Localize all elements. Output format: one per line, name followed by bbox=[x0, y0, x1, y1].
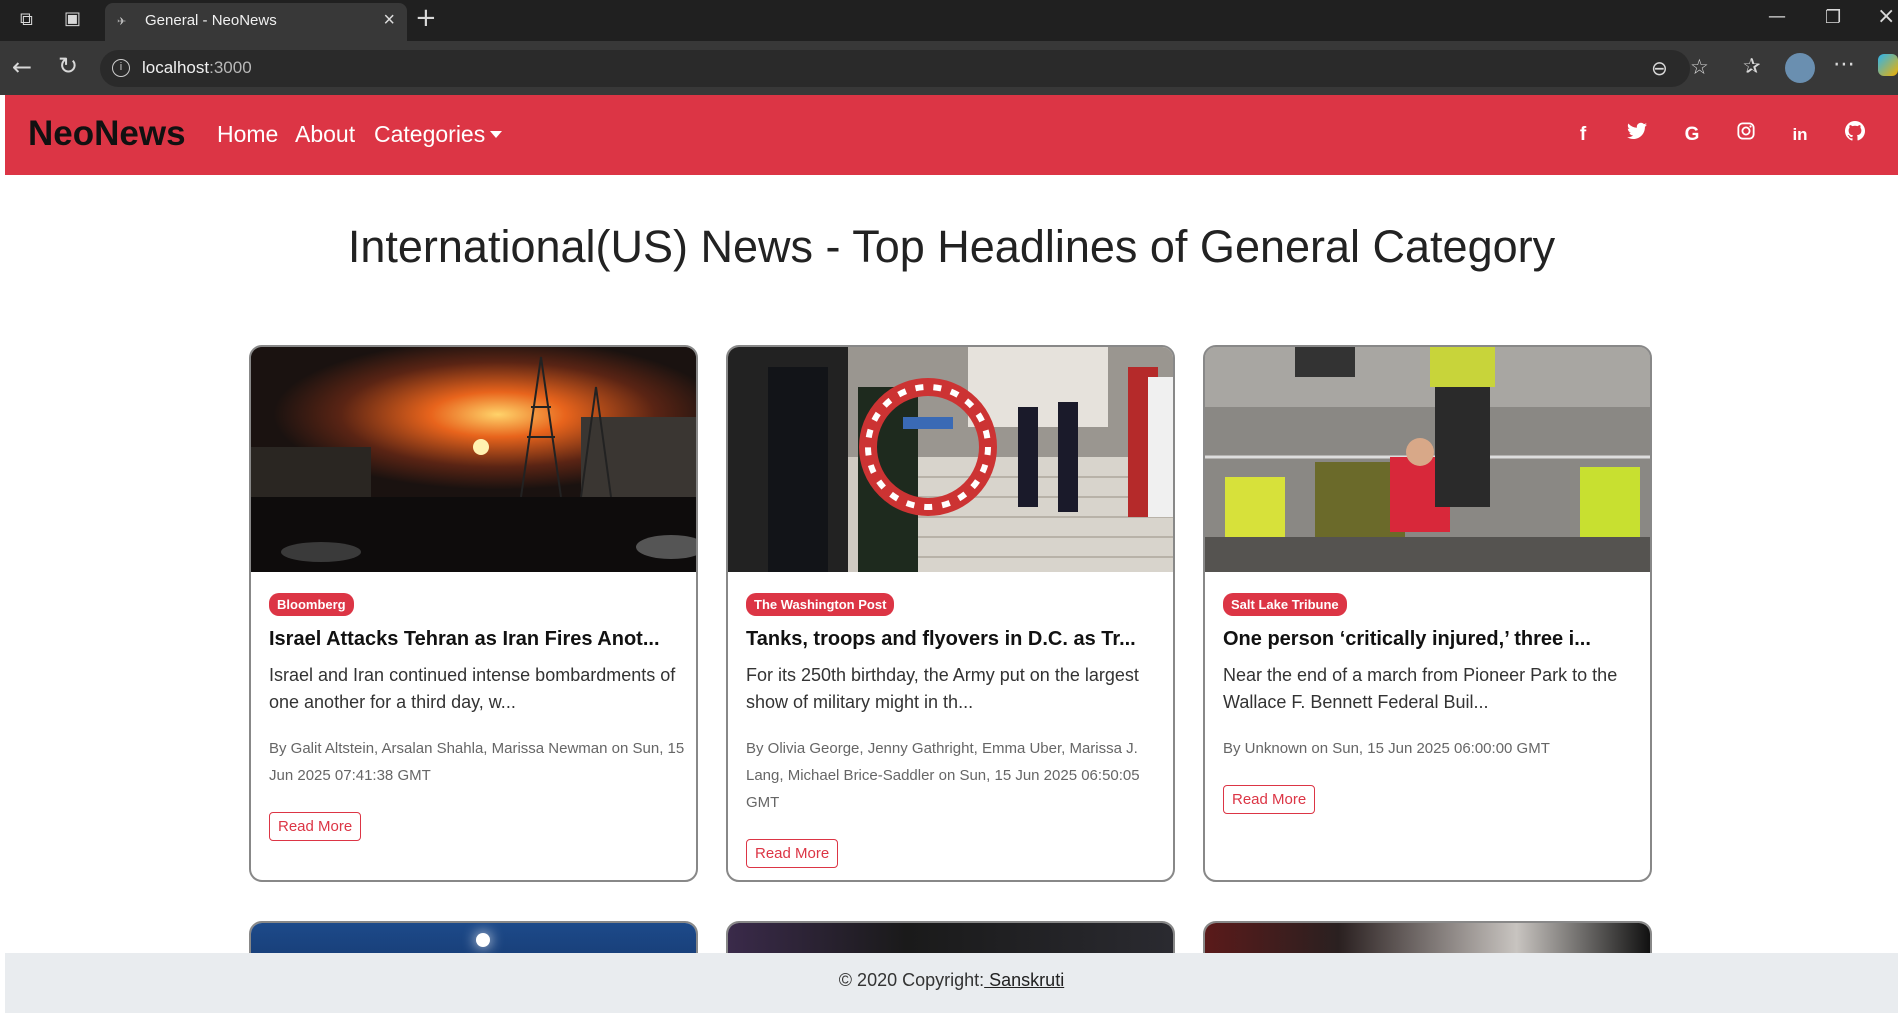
nav-home[interactable]: Home bbox=[217, 121, 278, 148]
close-tab-icon[interactable]: × bbox=[383, 9, 395, 32]
news-card: Bloomberg Israel Attacks Tehran as Iran … bbox=[249, 345, 698, 882]
browser-tab[interactable]: ✈ General - NeoNews × bbox=[105, 3, 407, 41]
source-badge: The Washington Post bbox=[746, 593, 895, 616]
news-card: Salt Lake Tribune One person ‘critically… bbox=[1203, 345, 1652, 882]
article-description: For its 250th birthday, the Army put on … bbox=[746, 665, 1139, 712]
profile-avatar[interactable] bbox=[1785, 53, 1815, 83]
news-image bbox=[728, 347, 1173, 572]
vertical-tabs-icon[interactable]: ▣ bbox=[64, 8, 81, 29]
navbar: NeoNews Home About Categories f G in bbox=[5, 95, 1898, 175]
github-icon[interactable] bbox=[1841, 121, 1869, 149]
article-meta: By Olivia George, Jenny Gathright, Emma … bbox=[746, 740, 1140, 811]
url-field[interactable]: i localhost:3000 ⊖ ☆ bbox=[100, 50, 1709, 87]
source-badge: Salt Lake Tribune bbox=[1223, 593, 1347, 616]
news-image bbox=[1205, 347, 1650, 572]
app-viewport: NeoNews Home About Categories f G in Int… bbox=[5, 95, 1898, 1013]
google-icon[interactable]: G bbox=[1678, 121, 1706, 149]
favorites-icon[interactable]: ✰ bbox=[1743, 54, 1761, 78]
article-title: Tanks, troops and flyovers in D.C. as Tr… bbox=[746, 628, 1136, 650]
news-card: The Washington Post Tanks, troops and fl… bbox=[726, 345, 1175, 882]
instagram-icon[interactable] bbox=[1732, 121, 1760, 149]
facebook-icon[interactable]: f bbox=[1569, 121, 1597, 149]
workspaces-icon[interactable]: ⧉ bbox=[20, 9, 33, 30]
more-menu-icon[interactable]: ⋯ bbox=[1833, 52, 1855, 77]
browser-tab-bar: ⧉ ▣ ✈ General - NeoNews × + — ❐ × bbox=[0, 0, 1898, 41]
nav-about[interactable]: About bbox=[295, 121, 355, 148]
article-description: Near the end of a march from Pioneer Par… bbox=[1223, 665, 1618, 712]
read-more-button[interactable]: Read More bbox=[746, 839, 839, 868]
news-image bbox=[251, 347, 696, 572]
new-tab-icon[interactable]: + bbox=[415, 3, 437, 33]
read-more-button[interactable]: Read More bbox=[1223, 785, 1316, 814]
article-title: Israel Attacks Tehran as Iran Fires Anot… bbox=[269, 628, 660, 650]
moon-shape bbox=[476, 933, 490, 947]
refresh-icon[interactable]: ↻ bbox=[58, 52, 78, 80]
restore-icon[interactable]: ❐ bbox=[1825, 7, 1841, 28]
copilot-icon[interactable] bbox=[1878, 54, 1898, 76]
page-heading: International(US) News - Top Headlines o… bbox=[347, 221, 1556, 272]
close-window-icon[interactable]: × bbox=[1877, 4, 1895, 29]
nav-categories[interactable]: Categories bbox=[374, 121, 503, 148]
minimize-icon[interactable]: — bbox=[1768, 6, 1786, 27]
article-title: One person ‘critically injured,’ three i… bbox=[1223, 628, 1591, 650]
tab-favicon-icon: ✈ bbox=[117, 16, 127, 28]
address-bar: ← ↻ i localhost:3000 ⊖ ☆ ✰ ⋯ bbox=[0, 41, 1898, 95]
back-icon[interactable]: ← bbox=[12, 53, 32, 81]
chevron-down-icon bbox=[490, 131, 503, 138]
source-badge: Bloomberg bbox=[269, 593, 354, 616]
footer-author-link[interactable]: Sanskruti bbox=[984, 970, 1064, 990]
zoom-icon[interactable]: ⊖ bbox=[1651, 56, 1668, 80]
url-text: localhost:3000 bbox=[142, 58, 252, 77]
brand-logo[interactable]: NeoNews bbox=[28, 114, 186, 154]
article-meta: By Unknown on Sun, 15 Jun 2025 06:00:00 … bbox=[1223, 740, 1550, 757]
site-info-icon[interactable]: i bbox=[112, 59, 130, 77]
linkedin-icon[interactable]: in bbox=[1786, 121, 1814, 149]
favorite-star-icon[interactable]: ☆ bbox=[1690, 55, 1709, 79]
read-more-button[interactable]: Read More bbox=[269, 812, 362, 841]
twitter-icon[interactable] bbox=[1623, 121, 1651, 149]
article-description: Israel and Iran continued intense bombar… bbox=[269, 665, 676, 712]
footer-copyright: © 2020 Copyright: bbox=[838, 970, 985, 990]
footer: © 2020 Copyright: Sanskruti bbox=[5, 953, 1898, 1013]
article-meta: By Galit Altstein, Arsalan Shahla, Maris… bbox=[269, 740, 685, 784]
tab-title: General - NeoNews bbox=[145, 12, 277, 29]
